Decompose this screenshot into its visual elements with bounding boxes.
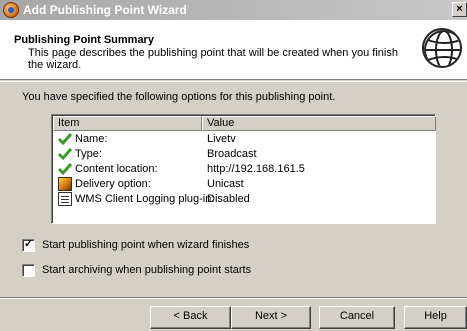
help-button[interactable]: Help [404, 306, 467, 329]
list-row[interactable]: Name: Livetv [53, 132, 436, 147]
row-label: Delivery option: [75, 178, 151, 190]
back-button[interactable]: < Back [150, 306, 231, 329]
footer-separator [0, 297, 467, 299]
globe-icon [422, 28, 462, 68]
list-row[interactable]: Content location: http://192.168.161.5 [53, 162, 436, 177]
green-check-icon [57, 147, 73, 161]
start-publishing-checkbox[interactable]: ✓ Start publishing point when wizard fin… [22, 239, 322, 253]
wizard-header: Publishing Point Summary This page descr… [0, 20, 467, 80]
page-description: This page describes the publishing point… [28, 47, 398, 71]
list-row[interactable]: WMS Client Logging plug-in: Disabled [53, 192, 436, 207]
delivery-icon [58, 177, 72, 191]
cancel-button[interactable]: Cancel [319, 306, 395, 329]
start-archiving-checkbox[interactable]: Start archiving when publishing point st… [22, 264, 322, 278]
column-header-value[interactable]: Value [202, 116, 436, 131]
row-label: WMS Client Logging plug-in: [75, 193, 215, 205]
row-value: http://192.168.161.5 [207, 163, 305, 175]
summary-list[interactable]: Item Value Name: Livetv Type: Broadcast [51, 114, 436, 224]
list-row[interactable]: Type: Broadcast [53, 147, 436, 162]
media-services-icon [3, 2, 19, 18]
row-label: Name: [75, 133, 108, 145]
green-check-icon [57, 162, 73, 176]
window-title: Add Publishing Point Wizard [23, 3, 187, 17]
column-header-item[interactable]: Item [53, 116, 202, 131]
start-archiving-label[interactable]: Start archiving when publishing point st… [42, 264, 251, 276]
green-check-icon [57, 132, 73, 146]
checkbox-box[interactable]: ✓ [22, 239, 35, 252]
header-separator [0, 81, 467, 82]
row-value: Unicast [207, 178, 244, 190]
row-value: Livetv [207, 133, 236, 145]
list-row[interactable]: Delivery option: Unicast [53, 177, 436, 192]
row-value: Broadcast [207, 148, 257, 160]
wizard-window: Add Publishing Point Wizard × Publishing… [0, 0, 467, 331]
checkbox-box[interactable] [22, 264, 35, 277]
checkmark-icon: ✓ [24, 238, 34, 250]
list-header: Item Value [53, 116, 436, 131]
row-label: Content location: [75, 163, 158, 175]
intro-text: You have specified the following options… [22, 91, 336, 103]
title-bar[interactable]: Add Publishing Point Wizard × [0, 0, 467, 20]
next-button[interactable]: Next > [231, 306, 311, 329]
row-value: Disabled [207, 193, 250, 205]
logging-icon [58, 192, 72, 206]
page-title: Publishing Point Summary [14, 34, 154, 46]
start-publishing-label[interactable]: Start publishing point when wizard finis… [42, 239, 249, 251]
row-label: Type: [75, 148, 102, 160]
close-button[interactable]: × [452, 2, 467, 17]
